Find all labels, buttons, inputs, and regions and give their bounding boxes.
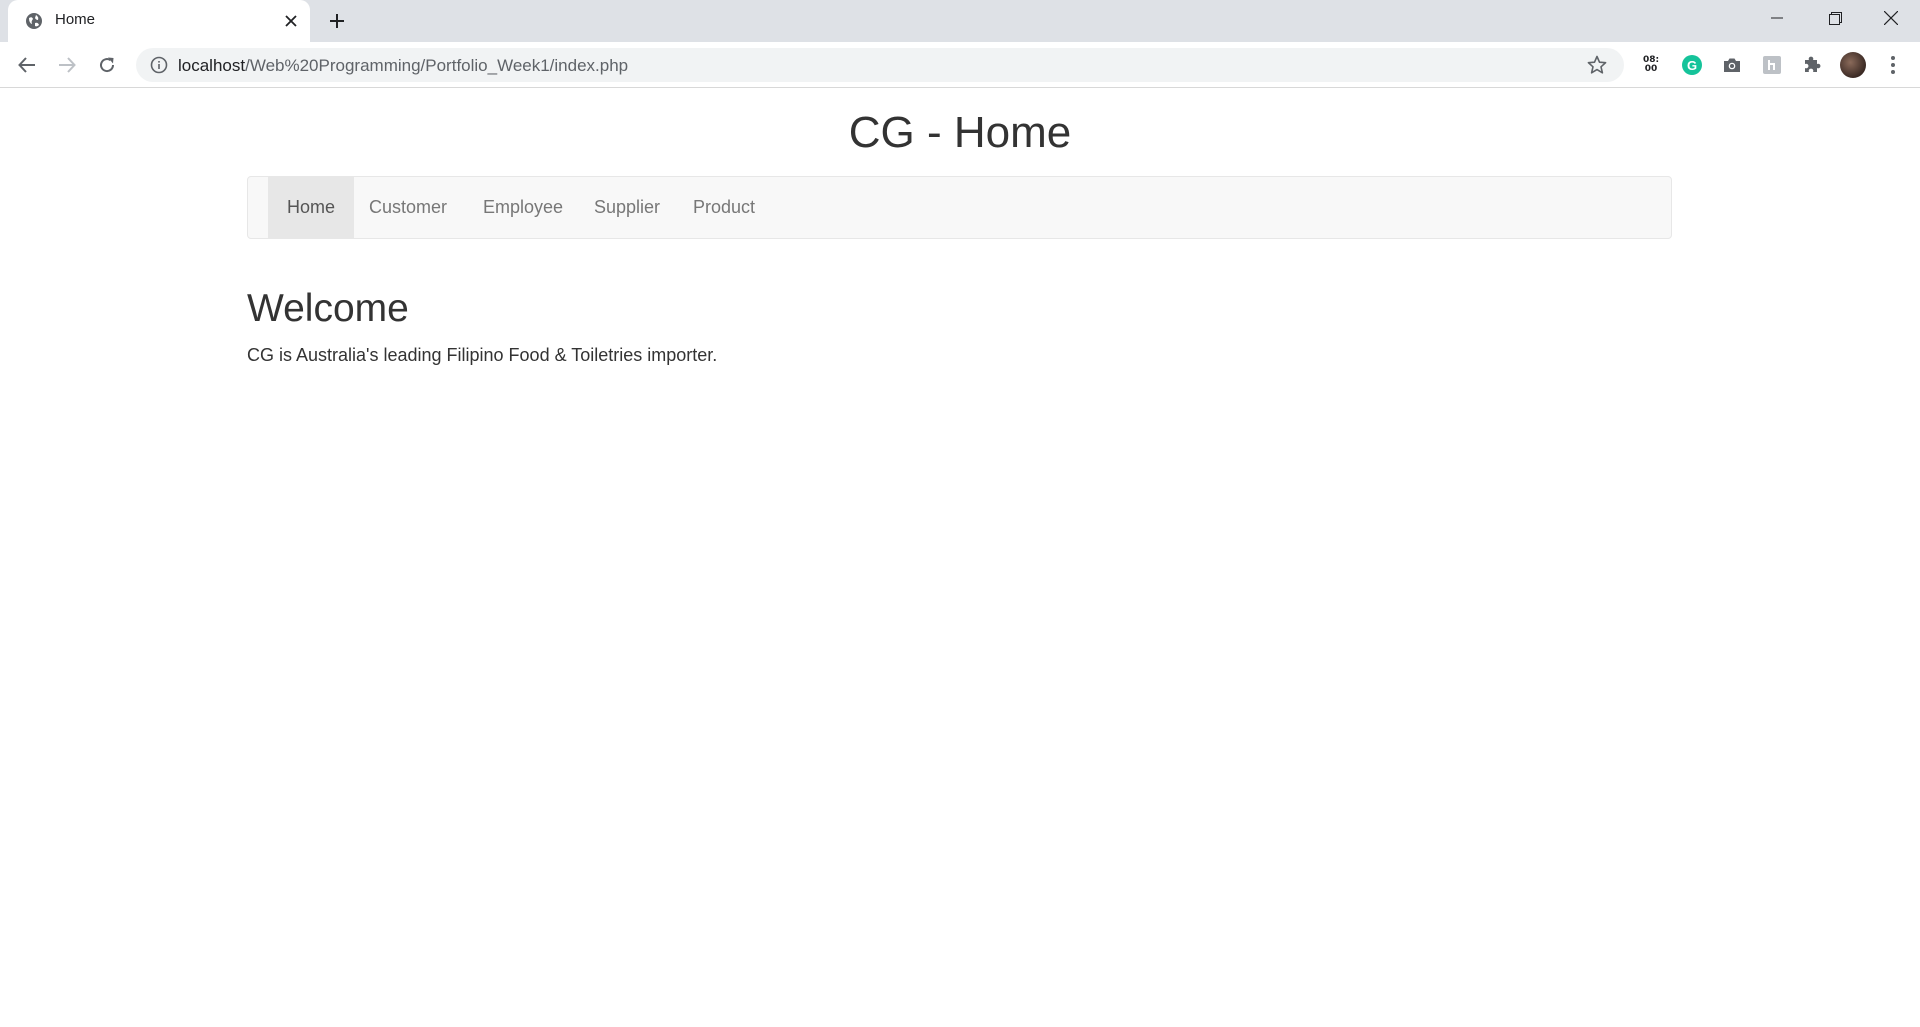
info-icon[interactable]	[150, 56, 168, 74]
tab-title: Home	[55, 11, 96, 28]
tab-strip: Home	[0, 0, 1920, 42]
new-tab-icon[interactable]	[325, 9, 349, 33]
forward-icon[interactable]	[52, 50, 82, 80]
grammarly-icon[interactable]: G	[1678, 51, 1706, 79]
globe-icon	[25, 12, 43, 30]
reload-icon[interactable]	[92, 50, 122, 80]
back-icon[interactable]	[12, 50, 42, 80]
url-host: localhost	[178, 56, 246, 75]
site-navbar: Home Customer Employee Supplier Product	[247, 176, 1672, 239]
profile-avatar[interactable]	[1839, 51, 1867, 79]
camera-icon[interactable]	[1718, 51, 1746, 79]
url-text[interactable]: localhost/Web%20Programming/Portfolio_We…	[178, 56, 628, 76]
restore-icon[interactable]	[1806, 0, 1864, 36]
browser-menu-icon[interactable]	[1879, 51, 1907, 79]
extensions-puzzle-icon[interactable]	[1798, 51, 1826, 79]
bookmark-star-icon[interactable]	[1587, 55, 1607, 75]
nav-link-employee[interactable]: Employee	[464, 177, 582, 238]
welcome-heading: Welcome	[247, 287, 409, 330]
address-bar[interactable]: localhost/Web%20Programming/Portfolio_We…	[136, 48, 1624, 82]
reader-extension-icon[interactable]	[1758, 51, 1786, 79]
url-path: /Web%20Programming/Portfolio_Week1/index…	[245, 56, 629, 75]
nav-link-home[interactable]: Home	[268, 177, 355, 238]
avatar	[1840, 52, 1866, 78]
intro-text: CG is Australia's leading Filipino Food …	[247, 345, 718, 365]
clock-extension-icon[interactable]: 08: 00	[1637, 51, 1665, 79]
nav-link-supplier[interactable]: Supplier	[575, 177, 679, 238]
page-title: CG - Home	[848, 108, 1072, 157]
minimize-icon[interactable]	[1748, 0, 1806, 36]
close-window-icon[interactable]	[1862, 0, 1920, 36]
nav-link-customer[interactable]: Customer	[350, 177, 466, 238]
close-tab-icon[interactable]	[280, 10, 302, 32]
browser-tab-home[interactable]: Home	[8, 0, 310, 42]
browser-toolbar: localhost/Web%20Programming/Portfolio_We…	[0, 42, 1920, 88]
nav-link-product[interactable]: Product	[674, 177, 774, 238]
grammarly-badge: G	[1682, 55, 1702, 75]
clock-extension-label: 08: 00	[1642, 55, 1660, 74]
